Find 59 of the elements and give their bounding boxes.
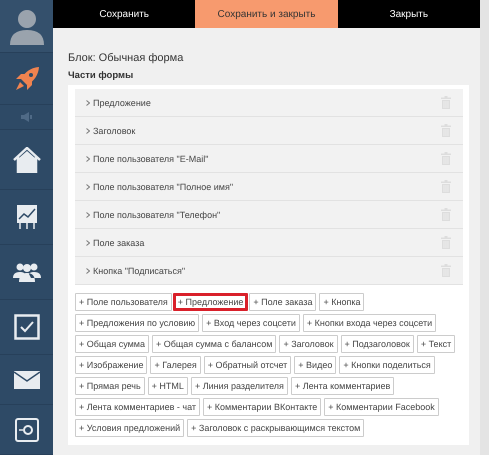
home-icon[interactable] (12, 146, 40, 172)
add-part-button[interactable]: + Подзаголовок (340, 335, 414, 353)
toolbar-button[interactable]: Сохранить и закрыть (195, 0, 338, 28)
chevron-icon (86, 184, 90, 190)
add-part-button[interactable]: + Комментарии ВКонтакте (203, 398, 322, 416)
chevron-icon (86, 240, 90, 246)
speaker-icon[interactable] (20, 112, 34, 122)
add-part-button[interactable]: + Предложения по условию (75, 314, 200, 332)
add-part-button[interactable]: + Общая сумма (75, 335, 149, 353)
add-part-button[interactable]: + Обратный отсчет (204, 356, 292, 374)
form-part-row[interactable]: Кнопка "Подписаться" (75, 257, 463, 285)
add-part-button[interactable]: + Линия разделителя (190, 377, 288, 395)
form-part-row[interactable]: Поле пользователя "E-Mail" (75, 145, 463, 173)
add-part-button[interactable]: + Текст (416, 335, 456, 353)
add-part-button[interactable]: + Комментарии Facebook (324, 398, 439, 416)
form-part-row[interactable]: Поле пользователя "Полное имя" (75, 173, 463, 201)
add-part-button[interactable]: + Заголовок (279, 335, 338, 353)
form-part-row[interactable]: Поле заказа (75, 229, 463, 257)
chevron-icon (86, 100, 90, 106)
block-title: Блок: Обычная форма (68, 52, 184, 64)
add-part-button[interactable]: + Поле заказа (249, 293, 316, 311)
form-part-label: Кнопка "Подписаться" (93, 266, 186, 276)
scrollbar[interactable] (480, 0, 489, 455)
add-part-button[interactable]: + Предложение (172, 293, 248, 311)
form-part-label: Поле пользователя "Телефон" (93, 210, 222, 220)
chevron-icon (86, 212, 90, 218)
add-part-button[interactable]: + Кнопки поделиться (339, 356, 435, 374)
chevron-icon (86, 156, 90, 162)
mail-icon[interactable] (14, 370, 40, 388)
add-part-button[interactable]: + Общая сумма с балансом (152, 335, 276, 353)
add-part-button[interactable]: + Прямая речь (75, 377, 145, 395)
add-part-button[interactable]: + Кнопки входа через соцсети (302, 314, 436, 332)
chevron-icon (86, 128, 90, 134)
form-part-label: Предложение (93, 98, 152, 108)
add-part-button[interactable]: + Видео (294, 356, 336, 374)
people-icon[interactable] (12, 262, 40, 282)
add-part-button[interactable]: + Изображение (75, 356, 148, 374)
checkbox-icon[interactable] (14, 314, 40, 340)
add-part-button[interactable]: + Кнопка (319, 293, 364, 311)
avatar-silhouette-icon[interactable] (8, 7, 46, 45)
form-part-row[interactable]: Предложение (75, 89, 463, 117)
add-part-button[interactable]: + Поле пользователя (75, 293, 172, 311)
chart-board-icon[interactable] (16, 204, 38, 230)
form-part-label: Поле пользователя "E-Mail" (93, 154, 210, 164)
add-part-button[interactable]: + HTML (148, 377, 188, 395)
form-part-row[interactable]: Поле пользователя "Телефон" (75, 201, 463, 229)
chevron-icon (86, 268, 90, 274)
form-part-label: Поле заказа (93, 238, 146, 248)
add-part-button[interactable]: + Вход через соцсети (202, 314, 300, 332)
form-part-row[interactable]: Заголовок (75, 117, 463, 145)
add-part-button[interactable]: + Галерея (150, 356, 201, 374)
safe-icon[interactable] (14, 418, 38, 442)
add-part-button[interactable]: + Условия предложений (75, 419, 184, 437)
add-part-button[interactable]: + Заголовок с раскрывающимся текстом (187, 419, 364, 437)
add-part-button[interactable]: + Лента комментариев - чат (75, 398, 200, 416)
add-part-button[interactable]: + Лента комментариев (290, 377, 394, 395)
form-part-label: Заголовок (93, 126, 136, 136)
section-title: Части формы (68, 70, 134, 81)
form-part-label: Поле пользователя "Полное имя" (93, 182, 234, 192)
